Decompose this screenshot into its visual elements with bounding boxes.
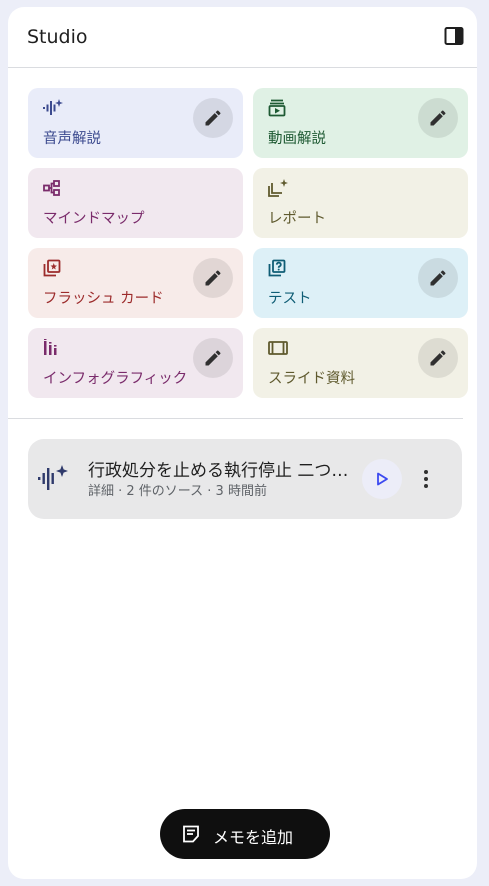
tile-label: レポート — [268, 211, 326, 227]
add-memo-button[interactable]: メモを追加 — [160, 809, 330, 859]
pencil-icon — [205, 270, 221, 286]
tile-mind-map[interactable]: マインドマップ — [28, 168, 243, 238]
pencil-icon — [430, 270, 446, 286]
play-icon — [377, 472, 388, 486]
tile-label: 音声解説 — [43, 131, 101, 147]
tile-label: テスト — [268, 291, 312, 307]
slides-icon — [268, 339, 288, 357]
tile-report[interactable]: レポート — [253, 168, 468, 238]
tile-label: スライド資料 — [268, 371, 355, 387]
section-divider — [8, 418, 463, 419]
quiz-icon — [268, 259, 286, 277]
item-metadata: 詳細 · 2 件のソース · 3 時間前 — [88, 484, 267, 499]
edit-button[interactable] — [193, 258, 233, 298]
pencil-icon — [430, 110, 446, 126]
mind-map-icon — [43, 179, 61, 197]
more-vert-icon — [424, 470, 428, 488]
note-icon — [183, 825, 199, 843]
pencil-icon — [205, 350, 221, 366]
tile-audio-overview[interactable]: 音声解説 — [28, 88, 243, 158]
edit-button[interactable] — [418, 338, 458, 378]
item-title: 行政処分を止める執行停止 二つの要件 — [88, 461, 356, 481]
studio-panel: Studio 音声解説 動画解説 マインドマップ レポート フラッシュ カード … — [8, 7, 477, 879]
edit-button[interactable] — [418, 98, 458, 138]
tile-quiz[interactable]: テスト — [253, 248, 468, 318]
flashcard-icon — [43, 259, 61, 277]
collapse-panel-button[interactable] — [442, 24, 466, 48]
more-options-button[interactable] — [414, 465, 438, 493]
edit-button[interactable] — [193, 98, 233, 138]
report-icon — [268, 179, 288, 197]
studio-header: Studio — [8, 7, 477, 68]
audio-sparkle-icon — [38, 465, 68, 497]
tile-infographic[interactable]: インフォグラフィック — [28, 328, 243, 398]
pencil-icon — [430, 350, 446, 366]
generated-audio-item[interactable]: 行政処分を止める執行停止 二つの要件 詳細 · 2 件のソース · 3 時間前 — [28, 439, 462, 519]
video-icon — [268, 99, 286, 117]
page-title: Studio — [27, 26, 88, 48]
play-button[interactable] — [362, 459, 402, 499]
tile-video-overview[interactable]: 動画解説 — [253, 88, 468, 158]
edit-button[interactable] — [193, 338, 233, 378]
tile-slides[interactable]: スライド資料 — [253, 328, 468, 398]
tile-label: フラッシュ カード — [43, 291, 164, 307]
audio-sparkle-icon — [43, 99, 63, 117]
tile-label: インフォグラフィック — [43, 371, 188, 387]
tile-flashcards[interactable]: フラッシュ カード — [28, 248, 243, 318]
tile-label: 動画解説 — [268, 131, 326, 147]
add-memo-label: メモを追加 — [213, 828, 294, 847]
panel-toggle-icon — [444, 27, 464, 45]
tile-label: マインドマップ — [43, 211, 145, 227]
pencil-icon — [205, 110, 221, 126]
infographic-icon — [43, 339, 61, 357]
edit-button[interactable] — [418, 258, 458, 298]
